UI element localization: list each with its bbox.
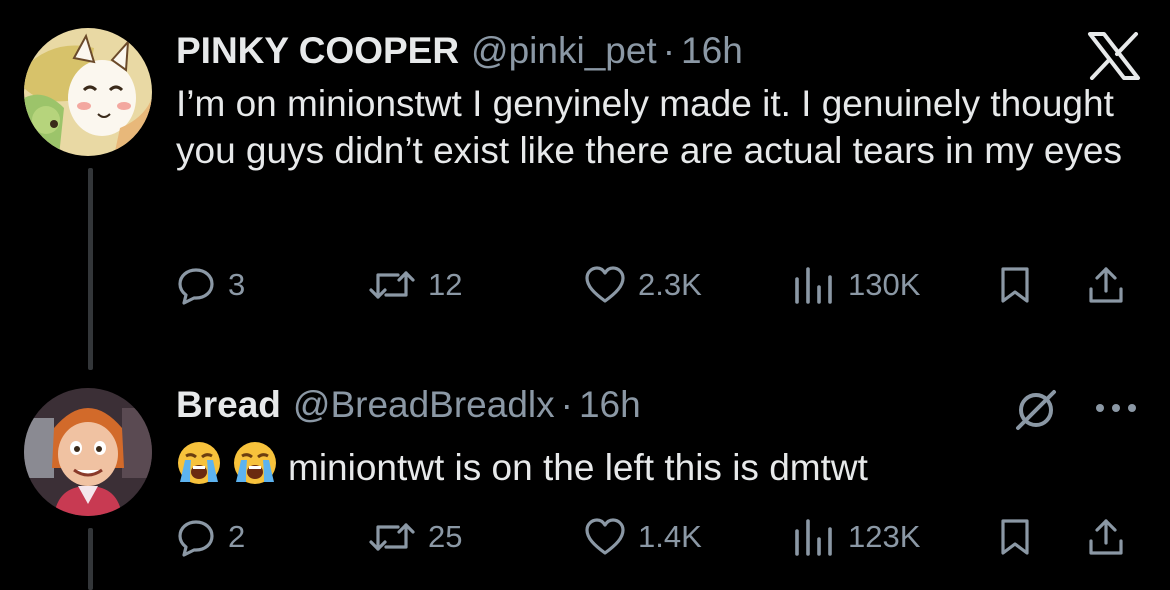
grok-icon[interactable] [1012,386,1060,434]
view-count: 130K [848,267,921,302]
like-button[interactable]: 1.4K [584,514,702,560]
loudly-crying-face-icon [176,440,222,497]
loudly-crying-face-icon [232,440,278,497]
display-name[interactable]: PINKY COOPER [176,30,459,72]
reply-button[interactable]: 2 [176,514,245,560]
reply-icon [178,520,214,557]
tweet-header: Bread @BreadBreadlx · 16h [176,384,641,426]
share-button[interactable] [1086,262,1126,308]
views-button[interactable]: 130K [792,262,920,308]
bookmark-button[interactable] [998,514,1032,560]
retweet-button[interactable]: 12 [368,262,462,308]
reply-button[interactable]: 3 [176,262,245,308]
more-icon[interactable] [1094,400,1138,416]
separator-dot: · [662,30,676,71]
tweet-actions: 3 12 2.3K 130K [176,262,1146,308]
like-button[interactable]: 2.3K [584,262,702,308]
retweet-icon [369,271,415,299]
retweet-count: 25 [428,519,463,554]
avatar[interactable] [24,388,152,516]
x-logo-icon[interactable] [1087,32,1141,80]
retweet-button[interactable]: 25 [368,514,462,560]
bookmark-icon [1001,519,1029,555]
display-name[interactable]: Bread [176,384,281,426]
view-count: 123K [848,519,921,554]
separator-dot: · [560,384,573,425]
like-count: 2.3K [638,267,702,302]
user-handle[interactable]: @BreadBreadlx [293,384,555,426]
retweet-count: 12 [428,267,463,302]
share-button[interactable] [1086,514,1126,560]
like-count: 1.4K [638,519,702,554]
timestamp[interactable]: 16h [579,384,641,426]
reply-icon [178,268,214,305]
tweet-header: PINKY COOPER @pinki_pet · 16h [176,30,743,72]
user-handle[interactable]: @pinki_pet [471,30,657,72]
tweet-text-row: miniontwt is on the left this is dmtwt [176,440,1126,497]
views-icon [795,519,832,556]
share-icon [1089,267,1123,303]
heart-icon [585,518,625,555]
heart-icon [585,266,625,303]
retweet-icon [369,523,415,551]
thread-line [88,528,93,590]
views-button[interactable]: 123K [792,514,920,560]
tweet-text: miniontwt is on the left this is dmtwt [288,447,868,488]
share-icon [1089,519,1123,555]
tweet-actions: 2 25 1.4K 123K [176,514,1146,560]
tweet-text: I’m on minionstwt I genyinely made it. I… [176,83,1123,171]
views-icon [795,267,832,304]
avatar[interactable] [24,28,152,156]
reply-count: 3 [228,267,246,302]
timestamp[interactable]: 16h [681,30,743,72]
bookmark-button[interactable] [998,262,1032,308]
thread-line [88,168,93,370]
reply-count: 2 [228,519,246,554]
bookmark-icon [1001,267,1029,303]
